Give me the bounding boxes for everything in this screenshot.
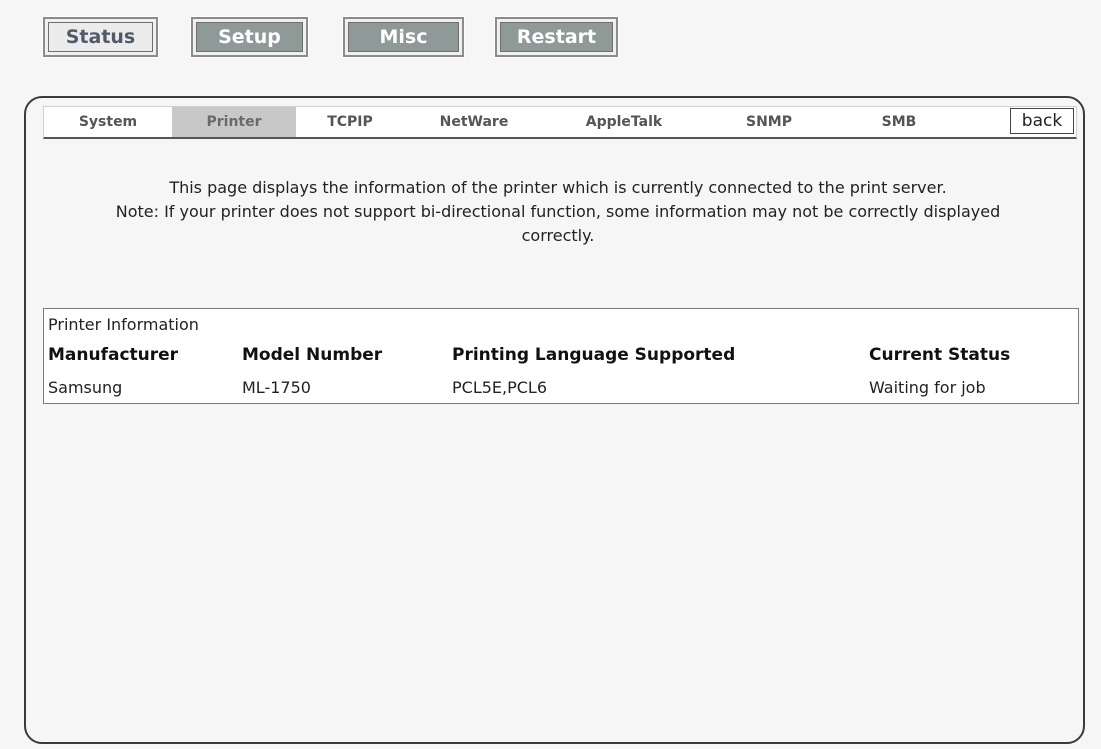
tab-system[interactable]: System bbox=[44, 107, 172, 137]
printer-information-title: Printer Information bbox=[48, 315, 199, 334]
header-manufacturer: Manufacturer bbox=[48, 345, 179, 365]
page-description: This page displays the information of th… bbox=[78, 176, 1038, 248]
setup-button-label: Setup bbox=[196, 22, 303, 52]
printer-information-box: Printer Information Manufacturer Model N… bbox=[43, 308, 1079, 404]
status-button-label: Status bbox=[48, 22, 153, 52]
misc-button[interactable]: Misc bbox=[342, 16, 465, 58]
header-printing-language: Printing Language Supported bbox=[452, 345, 736, 365]
cell-model-number: ML-1750 bbox=[242, 378, 311, 397]
tab-snmp[interactable]: SNMP bbox=[704, 107, 834, 137]
tab-bar: System Printer TCPIP NetWare AppleTalk S… bbox=[43, 106, 1077, 139]
back-button[interactable]: back bbox=[1010, 108, 1074, 134]
info-title-band bbox=[44, 309, 1078, 339]
cell-manufacturer: Samsung bbox=[48, 378, 123, 397]
tab-smb[interactable]: SMB bbox=[834, 107, 964, 137]
restart-button-label: Restart bbox=[500, 22, 613, 52]
header-current-status: Current Status bbox=[869, 345, 1011, 365]
description-line-1: This page displays the information of th… bbox=[169, 178, 947, 197]
restart-button[interactable]: Restart bbox=[494, 16, 619, 58]
description-line-2: Note: If your printer does not support b… bbox=[115, 202, 1001, 245]
cell-printing-language: PCL5E,PCL6 bbox=[452, 378, 548, 397]
setup-button[interactable]: Setup bbox=[190, 16, 309, 58]
tab-printer[interactable]: Printer bbox=[172, 107, 296, 137]
main-panel: System Printer TCPIP NetWare AppleTalk S… bbox=[24, 96, 1085, 744]
misc-button-label: Misc bbox=[348, 22, 459, 52]
tab-appletalk[interactable]: AppleTalk bbox=[544, 107, 704, 137]
cell-current-status: Waiting for job bbox=[869, 378, 986, 397]
status-button[interactable]: Status bbox=[42, 16, 159, 58]
tab-netware[interactable]: NetWare bbox=[404, 107, 544, 137]
tab-tcpip[interactable]: TCPIP bbox=[296, 107, 404, 137]
header-model-number: Model Number bbox=[242, 345, 383, 365]
